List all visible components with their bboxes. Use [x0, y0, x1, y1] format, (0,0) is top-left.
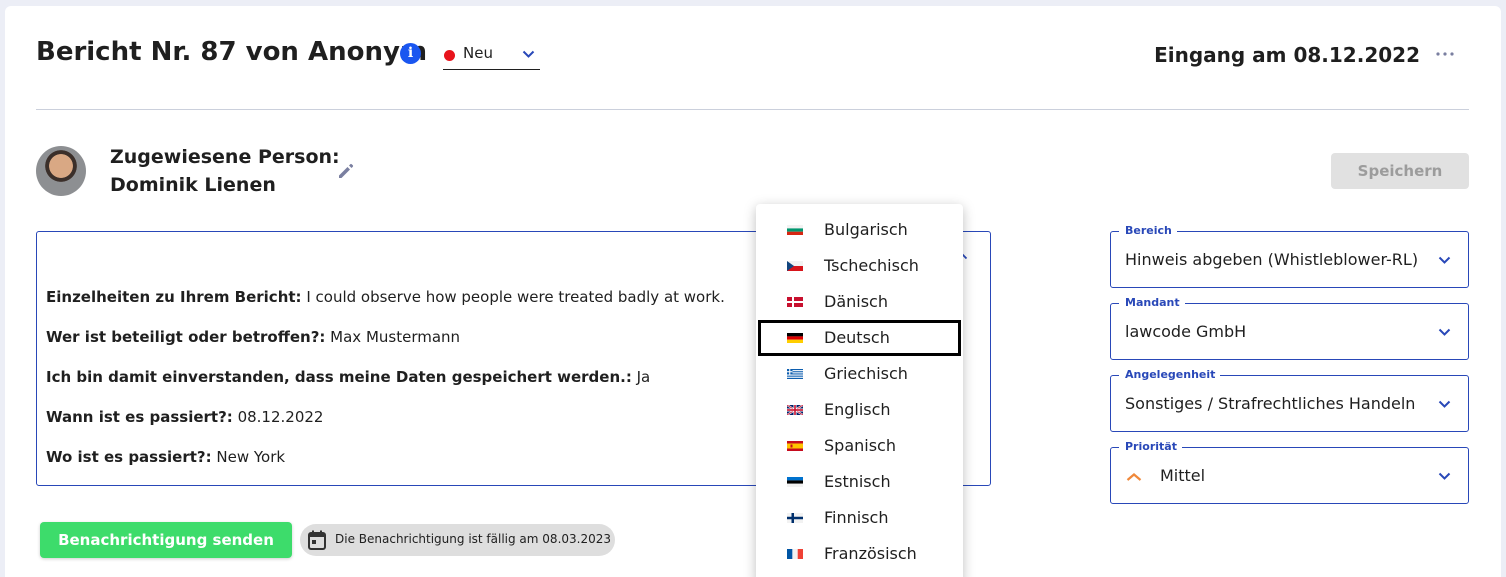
menu-item-franzoesisch[interactable]: Französisch	[756, 536, 963, 572]
pencil-icon[interactable]	[337, 162, 355, 180]
prioritaet-select[interactable]: Priorität Mittel	[1110, 440, 1469, 504]
menu-item-label: Tschechisch	[824, 256, 919, 275]
field-value: Mittel	[1160, 466, 1206, 485]
report-line-label: Einzelheiten zu Ihrem Bericht:	[46, 288, 302, 306]
menu-item-label: Spanisch	[824, 436, 896, 455]
report-line-value: New York	[211, 448, 286, 466]
chevron-down-icon	[522, 50, 535, 58]
calendar-icon	[308, 530, 326, 550]
report-line-label: Wann ist es passiert?:	[46, 408, 233, 426]
report-line-label: Ich bin damit einverstanden, dass meine …	[46, 368, 632, 386]
send-notification-button[interactable]: Benachrichtigung senden	[40, 522, 292, 558]
bulgaria-flag-icon	[787, 225, 803, 235]
report-line-value: 08.12.2022	[232, 408, 324, 426]
save-button[interactable]: Speichern	[1331, 153, 1469, 189]
menu-item-spanisch[interactable]: Spanisch	[756, 428, 963, 464]
menu-item-label: Griechisch	[824, 364, 908, 383]
field-value: Sonstiges / Strafrechtliches Handeln	[1125, 394, 1416, 413]
menu-item-label: Deutsch	[824, 328, 890, 347]
field-legend: Bereich	[1119, 224, 1177, 237]
report-line-value: Max Mustermann	[325, 328, 461, 346]
assignee-label: Zugewiesene Person:	[110, 146, 340, 168]
menu-item-label: Estnisch	[824, 472, 891, 491]
received-date: Eingang am 08.12.2022	[1154, 43, 1420, 67]
priority-medium-icon	[1126, 473, 1142, 481]
report-line-value: I could observe how people were treated …	[301, 288, 725, 306]
report-line-value: Ja	[631, 368, 651, 386]
header-divider	[36, 109, 1469, 110]
denmark-flag-icon	[787, 297, 803, 307]
menu-item-label: Dänisch	[824, 292, 888, 311]
assignee-name: Dominik Lienen	[110, 174, 276, 196]
menu-item-label: Englisch	[824, 400, 891, 419]
report-line: Ich bin damit einverstanden, dass meine …	[46, 368, 650, 386]
greece-flag-icon	[787, 369, 803, 379]
menu-item-deutsch[interactable]: Deutsch	[758, 320, 961, 356]
mandant-select[interactable]: Mandant lawcode GmbH	[1110, 296, 1469, 360]
report-line: Wer ist beteiligt oder betroffen?: Max M…	[46, 328, 460, 346]
chevron-down-icon	[1438, 472, 1451, 480]
menu-item-griechisch[interactable]: Griechisch	[756, 356, 963, 392]
report-line-label: Wer ist beteiligt oder betroffen?:	[46, 328, 326, 346]
menu-item-englisch[interactable]: Englisch	[756, 392, 963, 428]
field-value: Hinweis abgeben (Whistleblower-RL)	[1125, 250, 1419, 269]
finland-flag-icon	[787, 513, 803, 523]
more-options-icon[interactable]	[1436, 52, 1454, 56]
menu-item-tschechisch[interactable]: Tschechisch	[756, 248, 963, 284]
status-dot	[444, 50, 455, 61]
avatar	[36, 146, 86, 196]
due-date-chip: Die Benachrichtigung ist fällig am 08.03…	[300, 524, 615, 556]
chevron-down-icon	[1438, 328, 1451, 336]
bereich-select[interactable]: Bereich Hinweis abgeben (Whistleblower-R…	[1110, 224, 1469, 288]
report-line: Wo ist es passiert?: New York	[46, 448, 285, 466]
estonia-flag-icon	[787, 477, 803, 487]
report-line-label: Wo ist es passiert?:	[46, 448, 212, 466]
menu-item-daenisch[interactable]: Dänisch	[756, 284, 963, 320]
info-icon[interactable]: i	[400, 43, 421, 64]
report-line: Einzelheiten zu Ihrem Bericht: I could o…	[46, 288, 725, 306]
due-date-text: Die Benachrichtigung ist fällig am 08.03…	[335, 532, 611, 546]
status-label: Neu	[463, 44, 493, 62]
france-flag-icon	[787, 549, 803, 559]
germany-flag-icon	[787, 333, 803, 343]
field-legend: Priorität	[1119, 440, 1182, 453]
report-line: Wann ist es passiert?: 08.12.2022	[46, 408, 323, 426]
language-menu: Bulgarisch Tschechisch Dänisch Deutsch G…	[756, 204, 963, 577]
menu-item-estnisch[interactable]: Estnisch	[756, 464, 963, 500]
uk-flag-icon	[787, 405, 803, 415]
chevron-down-icon	[1438, 256, 1451, 264]
menu-item-finnisch[interactable]: Finnisch	[756, 500, 963, 536]
page-title: Bericht Nr. 87 von Anonym	[36, 37, 428, 67]
spain-flag-icon	[787, 441, 803, 451]
field-value: lawcode GmbH	[1125, 322, 1247, 341]
menu-item-label: Finnisch	[824, 508, 889, 527]
menu-item-label: Französisch	[824, 544, 917, 563]
chevron-down-icon	[1438, 400, 1451, 408]
menu-item-label: Bulgarisch	[824, 220, 908, 239]
czech-flag-icon	[787, 261, 803, 271]
angelegenheit-select[interactable]: Angelegenheit Sonstiges / Strafrechtlich…	[1110, 368, 1469, 432]
menu-item-bulgarisch[interactable]: Bulgarisch	[756, 212, 963, 248]
field-legend: Mandant	[1119, 296, 1185, 309]
status-dropdown[interactable]: Neu	[443, 42, 540, 70]
field-legend: Angelegenheit	[1119, 368, 1221, 381]
